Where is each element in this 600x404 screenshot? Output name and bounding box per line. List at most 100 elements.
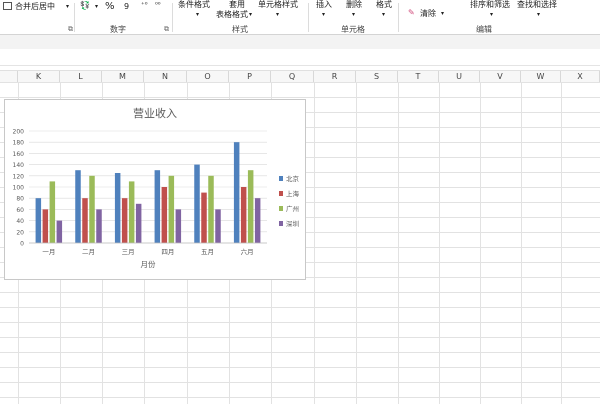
cells-group-label: 单元格 — [341, 25, 365, 34]
y-tick-label: 160 — [13, 151, 25, 158]
currency-dropdown-icon[interactable]: ▾ — [95, 2, 98, 11]
x-tick-label: 三月 — [122, 248, 135, 256]
increase-decimal-button[interactable]: ⁺⁰ — [141, 1, 148, 10]
column-header-t[interactable]: T — [398, 71, 439, 82]
column-header-s[interactable]: S — [356, 71, 398, 82]
bar — [82, 198, 88, 243]
bar — [240, 187, 247, 243]
x-tick-label: 六月 — [241, 247, 254, 256]
y-tick-label: 0 — [20, 241, 24, 248]
bar — [121, 198, 128, 243]
decrease-decimal-button[interactable]: ⁰⁰ — [155, 1, 161, 10]
column-header-l[interactable]: L — [60, 71, 102, 82]
bar — [254, 198, 261, 243]
y-tick-label: 140 — [13, 162, 25, 169]
find-select-button[interactable]: 查找和选择 — [517, 0, 557, 9]
bar — [96, 209, 102, 243]
bar — [208, 175, 214, 243]
alignment-launcher-icon[interactable]: ⧉ — [68, 25, 73, 34]
bar — [247, 170, 254, 243]
table-format-button[interactable]: 表格格式 — [216, 10, 248, 19]
cell-styles-button[interactable]: 单元格样式 — [258, 0, 298, 9]
column-header-q[interactable]: Q — [271, 71, 314, 82]
x-tick-label: 一月 — [42, 248, 55, 256]
merge-center-button[interactable]: 合并后居中 — [15, 2, 55, 11]
number-launcher-icon[interactable]: ⧉ — [164, 25, 169, 34]
bar — [135, 203, 142, 243]
format-dropdown-icon[interactable]: ▾ — [382, 10, 385, 19]
column-header-r[interactable]: R — [314, 71, 356, 82]
legend-label: 深圳 — [286, 219, 299, 228]
eraser-icon[interactable]: ✎ — [408, 8, 415, 17]
y-tick-label: 60 — [16, 207, 24, 214]
y-tick-label: 80 — [16, 196, 24, 203]
bar — [75, 170, 81, 243]
editing-group-label: 编辑 — [476, 25, 492, 34]
column-header-spacer[interactable] — [0, 71, 18, 82]
clear-dropdown-icon[interactable]: ▾ — [441, 9, 444, 18]
ribbon-footer-band — [0, 35, 600, 49]
column-header-n[interactable]: N — [144, 71, 187, 82]
legend-swatch — [279, 191, 283, 196]
separator — [172, 3, 173, 32]
revenue-chart[interactable]: 营业收入 0 20 40 60 80 100 120 140 160 180 200 一月 二月 三月 四月 五… — [4, 99, 306, 280]
percent-button[interactable]: % — [105, 2, 115, 12]
table-format-dropdown-icon[interactable]: ▾ — [249, 10, 252, 19]
bar — [42, 209, 49, 243]
bar — [56, 220, 63, 243]
styles-group-label: 样式 — [232, 25, 248, 34]
legend-label: 北京 — [286, 174, 300, 183]
insert-button[interactable]: 插入 — [316, 0, 332, 9]
find-select-dropdown-icon[interactable]: ▾ — [537, 10, 540, 19]
column-header-x[interactable]: X — [561, 71, 600, 82]
insert-dropdown-icon[interactable]: ▾ — [322, 10, 325, 19]
merge-dropdown-icon[interactable]: ▾ — [66, 2, 69, 11]
sort-filter-button[interactable]: 排序和筛选 — [470, 0, 510, 9]
x-tick-label: 五月 — [201, 248, 214, 256]
bar — [215, 209, 221, 243]
legend-label: 广州 — [286, 204, 299, 213]
separator — [74, 3, 75, 32]
column-header-v[interactable]: V — [480, 71, 521, 82]
currency-icon[interactable]: 💱 — [80, 1, 90, 10]
comma-style-button[interactable]: 9 — [124, 2, 129, 11]
x-axis-label: 月份 — [141, 259, 156, 269]
bar — [128, 181, 135, 243]
legend-swatch — [279, 176, 283, 181]
bar — [35, 198, 42, 243]
formula-bar-area — [0, 49, 600, 66]
chart-title: 营业收入 — [133, 106, 177, 120]
y-tick-label: 180 — [13, 140, 25, 147]
y-tick-label: 100 — [13, 185, 25, 192]
legend-swatch — [279, 221, 283, 226]
cell-styles-dropdown-icon[interactable]: ▾ — [276, 10, 279, 19]
sort-filter-dropdown-icon[interactable]: ▾ — [490, 10, 493, 19]
legend-label: 上海 — [286, 189, 300, 198]
delete-button[interactable]: 删除 — [346, 0, 362, 9]
conditional-format-dropdown-icon[interactable]: ▾ — [196, 10, 199, 19]
x-tick-label: 二月 — [82, 248, 95, 256]
bar — [233, 142, 240, 243]
y-tick-label: 40 — [16, 218, 24, 225]
conditional-format-button[interactable]: 条件格式 — [178, 0, 210, 9]
apply-label[interactable]: 套用 — [229, 0, 245, 9]
bar — [168, 175, 175, 243]
format-button[interactable]: 格式 — [376, 0, 392, 9]
x-tick-label: 四月 — [161, 248, 174, 256]
delete-dropdown-icon[interactable]: ▾ — [352, 10, 355, 19]
separator — [398, 3, 399, 32]
column-header-k[interactable]: K — [18, 71, 60, 82]
column-header-w[interactable]: W — [521, 71, 561, 82]
merge-cells-icon[interactable] — [3, 2, 12, 10]
column-header-m[interactable]: M — [102, 71, 144, 82]
bar — [49, 181, 56, 243]
bar — [161, 187, 168, 243]
column-header-p[interactable]: P — [229, 71, 271, 82]
y-tick-label: 20 — [16, 229, 24, 236]
clear-button[interactable]: 清除 — [420, 9, 436, 18]
column-header-o[interactable]: O — [187, 71, 229, 82]
y-tick-label: 120 — [13, 173, 25, 180]
bar — [114, 173, 121, 243]
column-header-u[interactable]: U — [439, 71, 480, 82]
ribbon: 合并后居中 ▾ ⧉ 💱 ▾ % 9 ⁺⁰ ⁰⁰ 数字 ⧉ 条件格式 ▾ 套用 表… — [0, 0, 600, 35]
